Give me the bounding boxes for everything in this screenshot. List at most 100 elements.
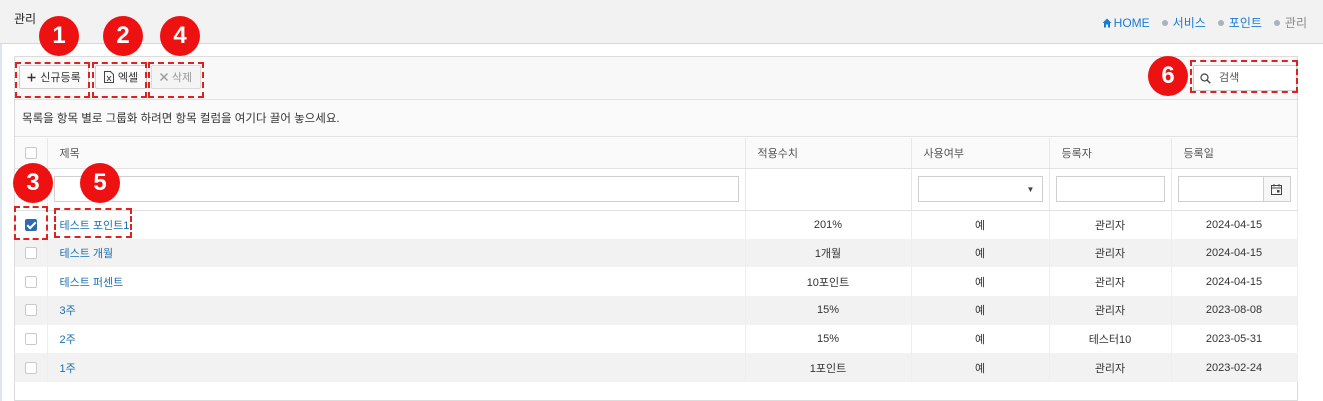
date-cell: 2024-04-15 [1171,210,1298,239]
group-drop-area[interactable]: 목록을 항목 별로 그룹화 하려면 항목 컬럼을 여기다 끌어 놓으세요. [15,100,1297,137]
breadcrumb-current: 관리 [1273,14,1307,31]
value-cell: 1포인트 [745,353,912,383]
callout-excel-button [92,62,147,98]
page-title: 관리 [14,12,37,26]
callout-search-field [1190,60,1298,93]
breadcrumb-home[interactable]: HOME [1102,16,1150,30]
used-cell: 예 [911,267,1050,297]
column-header-author[interactable]: 등록자 [1049,138,1172,169]
table-row[interactable]: 3주 15% 예 관리자 2023-08-08 [15,296,1298,325]
row-checkbox[interactable] [24,304,37,317]
table-row[interactable]: 2주 15% 예 테스터10 2023-05-31 [15,324,1298,354]
value-cell: 15% [745,296,912,325]
row-select-cell [15,267,48,297]
title-cell: 2주 [47,324,746,354]
data-grid: 제목 적용수치 사용여부 등록자 등록일 ▼ 테스트 포인트1 201% 예 관… [15,138,1298,383]
author-filter-input[interactable] [1055,176,1165,202]
annotation-badge-2: 2 [103,16,143,56]
author-cell: 관리자 [1049,210,1172,239]
author-cell: 테스터10 [1049,324,1172,354]
title-link[interactable]: 2주 [60,334,76,346]
title-link[interactable]: 3주 [60,305,76,317]
row-select-cell [15,324,48,354]
dropdown-arrow-icon[interactable]: ▼ [1020,177,1042,201]
filter-cell-date [1171,168,1298,211]
grid-toolbar: 신규등록 엑셀 삭제 [15,57,1297,100]
title-filter-input[interactable] [53,176,739,202]
callout-delete-button [148,62,204,98]
filter-row: ▼ [15,168,1298,211]
author-cell: 관리자 [1049,296,1172,325]
table-row[interactable]: 1주 1포인트 예 관리자 2023-02-24 [15,353,1298,383]
author-cell: 관리자 [1049,267,1172,297]
title-link[interactable]: 테스트 개월 [60,248,114,260]
author-cell: 관리자 [1049,238,1172,268]
used-cell: 예 [911,296,1050,325]
filter-cell-used: ▼ [911,168,1050,211]
value-cell: 1개월 [745,238,912,268]
row-select-cell [15,353,48,383]
annotation-badge-4: 4 [160,16,200,56]
date-cell: 2023-02-24 [1171,353,1298,383]
column-header-used[interactable]: 사용여부 [911,138,1050,169]
annotation-badge-3: 3 [13,163,53,203]
column-header-title[interactable]: 제목 [47,138,746,169]
left-accent-strip [0,44,2,401]
bullet-icon [1273,19,1280,26]
breadcrumb-label: 서비스 [1172,16,1206,30]
table-row[interactable]: 테스트 포인트1 201% 예 관리자 2024-04-15 [15,210,1298,239]
row-checkbox[interactable] [24,361,37,374]
value-cell: 15% [745,324,912,354]
row-checkbox[interactable] [24,275,37,288]
bullet-icon [1217,19,1224,26]
title-link[interactable]: 1주 [60,363,76,375]
row-checkbox[interactable] [24,333,37,346]
table-row[interactable]: 테스트 개월 1개월 예 관리자 2024-04-15 [15,238,1298,268]
breadcrumb-service[interactable]: 서비스 [1161,14,1206,31]
row-select-cell [15,296,48,325]
breadcrumb-label: HOME [1113,15,1150,30]
date-filter-input[interactable] [1177,176,1291,202]
date-cell: 2024-04-15 [1171,267,1298,297]
used-cell: 예 [911,238,1050,268]
bullet-icon [1161,19,1168,26]
select-all-checkbox[interactable] [25,146,37,159]
value-cell: 10포인트 [745,267,912,297]
annotation-badge-1: 1 [39,16,79,56]
annotation-badge-5: 5 [80,163,120,203]
date-cell: 2024-04-15 [1171,238,1298,268]
title-cell: 1주 [47,353,746,383]
callout-title-link [54,208,132,238]
home-icon [1102,18,1114,28]
date-cell: 2023-08-08 [1171,296,1298,325]
filter-cell-author [1049,168,1172,211]
used-cell: 예 [911,210,1050,239]
author-cell: 관리자 [1049,353,1172,383]
value-cell: 201% [745,210,912,239]
filter-cell-value [745,168,912,211]
title-link[interactable]: 테스트 퍼센트 [60,277,124,289]
grid-body: 테스트 포인트1 201% 예 관리자 2024-04-15 테스트 개월 1개월 예 관리자 2… [15,210,1298,383]
breadcrumb-label: 관리 [1284,16,1307,30]
title-cell: 테스트 개월 [47,238,746,268]
breadcrumb-label: 포인트 [1228,16,1262,30]
column-header-value[interactable]: 적용수치 [745,138,912,169]
used-cell: 예 [911,353,1050,383]
filter-cell-title [47,168,746,211]
calendar-icon[interactable] [1262,177,1290,201]
header-row: 제목 적용수치 사용여부 등록자 등록일 [15,138,1298,169]
callout-row-checkbox [14,206,48,240]
used-cell: 예 [911,324,1050,354]
row-select-cell [15,238,48,268]
title-cell: 테스트 포인트1 [47,210,746,239]
annotation-badge-6: 6 [1148,56,1188,96]
title-cell: 3주 [47,296,746,325]
title-cell: 테스트 퍼센트 [47,267,746,297]
column-header-date[interactable]: 등록일 [1171,138,1298,169]
date-cell: 2023-05-31 [1171,324,1298,354]
table-row[interactable]: 테스트 퍼센트 10포인트 예 관리자 2024-04-15 [15,267,1298,297]
used-filter-select[interactable]: ▼ [917,176,1043,202]
row-checkbox[interactable] [24,247,37,260]
breadcrumb: HOME 서비스 포인트 관리 [1090,14,1307,31]
breadcrumb-point[interactable]: 포인트 [1217,14,1262,31]
